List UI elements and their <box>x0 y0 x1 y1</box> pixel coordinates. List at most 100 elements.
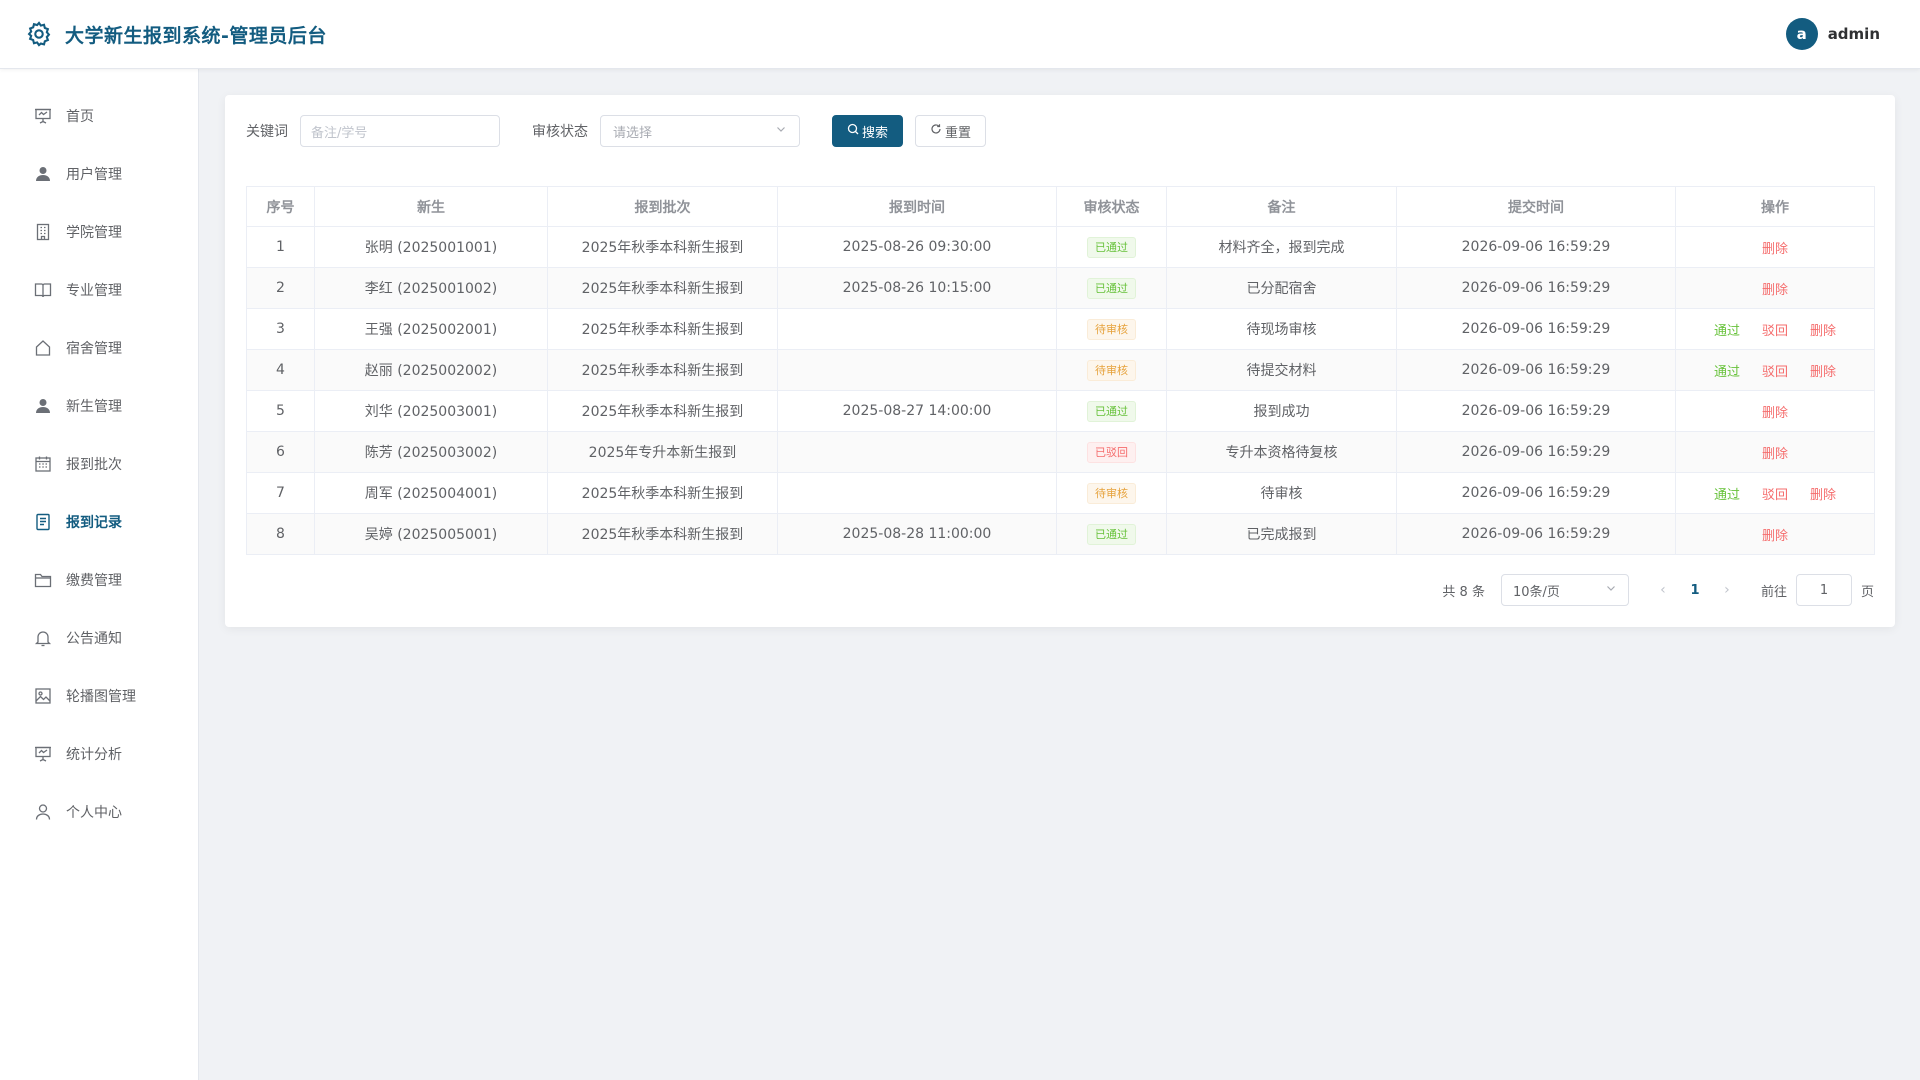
username[interactable]: admin <box>1828 25 1880 43</box>
cell-checkin-time <box>777 308 1057 350</box>
pagination-total: 共 8 条 <box>1442 584 1485 600</box>
keyword-label: 关键词 <box>246 124 288 140</box>
sidebar-item-12[interactable]: 统计分析 <box>0 725 198 783</box>
table-row: 7 周军 (2025004001) 2025年秋季本科新生报到 待审核 待审核 2026-… <box>246 472 1875 514</box>
prev-page-icon[interactable]: ‹ <box>1649 582 1677 598</box>
table-row: 1 张明 (2025001001) 2025年秋季本科新生报到 2025-08-26 … <box>246 226 1875 268</box>
next-page-icon[interactable]: › <box>1713 582 1741 598</box>
delete-link[interactable]: 删除 <box>1810 488 1836 503</box>
sidebar-item-label: 宿舍管理 <box>66 341 122 357</box>
cell-actions: 通过 驳回 删除 <box>1675 308 1875 350</box>
records-table: 序号 新生 报到批次 报到时间 审核状态 备注 提交时间 操作 1 张明 (2025001001… <box>246 186 1875 555</box>
goto-page-input[interactable]: 1 <box>1795 574 1852 606</box>
reject-link[interactable]: 驳回 <box>1762 365 1788 380</box>
delete-link[interactable]: 删除 <box>1810 324 1836 339</box>
approve-link[interactable]: 通过 <box>1714 365 1740 380</box>
cell-status: 待审核 <box>1056 308 1167 350</box>
page-size-select[interactable]: 10条/页 <box>1500 574 1629 606</box>
sidebar-item-label: 用户管理 <box>66 167 122 183</box>
sidebar-item-10[interactable]: 公告通知 <box>0 609 198 667</box>
reject-link[interactable]: 驳回 <box>1762 324 1788 339</box>
sidebar-item-9[interactable]: 缴费管理 <box>0 551 198 609</box>
sidebar-item-label: 新生管理 <box>66 399 122 415</box>
house-icon <box>34 339 52 357</box>
sidebar-item-7[interactable]: 报到批次 <box>0 435 198 493</box>
sidebar-item-label: 报到批次 <box>66 457 122 473</box>
sidebar-item-11[interactable]: 轮播图管理 <box>0 667 198 725</box>
status-badge: 已驳回 <box>1087 441 1136 463</box>
approve-link[interactable]: 通过 <box>1714 488 1740 503</box>
cell-actions: 通过 驳回 删除 <box>1675 472 1875 514</box>
delete-link[interactable]: 删除 <box>1762 283 1788 298</box>
column-header: 备注 <box>1166 186 1397 227</box>
cell-remark: 待现场审核 <box>1166 308 1397 350</box>
cell-status: 已通过 <box>1056 390 1167 432</box>
cell-batch: 2025年秋季本科新生报到 <box>547 308 778 350</box>
column-header: 审核状态 <box>1056 186 1167 227</box>
cell-submit-time: 2026-09-06 16:59:29 <box>1396 431 1676 473</box>
cell-submit-time: 2026-09-06 16:59:29 <box>1396 513 1676 555</box>
cell-status: 待审核 <box>1056 472 1167 514</box>
cell-status: 已通过 <box>1056 267 1167 309</box>
sidebar-item-label: 统计分析 <box>66 747 122 763</box>
sidebar-item-3[interactable]: 学院管理 <box>0 203 198 261</box>
user-menu[interactable]: a admin <box>1785 18 1880 50</box>
sidebar-item-6[interactable]: 新生管理 <box>0 377 198 435</box>
cell-student: 刘华 (2025003001) <box>314 390 548 432</box>
cell-remark: 已分配宿舍 <box>1166 267 1397 309</box>
search-button[interactable]: 搜索 <box>832 115 904 147</box>
delete-link[interactable]: 删除 <box>1762 447 1788 462</box>
sidebar-item-label: 缴费管理 <box>66 573 122 589</box>
cell-checkin-time: 2025-08-26 10:15:00 <box>777 267 1057 309</box>
status-badge: 已通过 <box>1087 400 1136 422</box>
reset-button[interactable]: 重置 <box>915 115 987 147</box>
sidebar-item-13[interactable]: 个人中心 <box>0 783 198 841</box>
cell-checkin-time: 2025-08-27 14:00:00 <box>777 390 1057 432</box>
page-suffix: 页 <box>1860 584 1874 600</box>
cell-index: 6 <box>246 431 315 473</box>
cell-student: 王强 (2025002001) <box>314 308 548 350</box>
cell-actions: 删除 <box>1675 267 1875 309</box>
cell-submit-time: 2026-09-06 16:59:29 <box>1396 308 1676 350</box>
cell-remark: 已完成报到 <box>1166 513 1397 555</box>
column-header: 操作 <box>1675 186 1875 227</box>
avatar[interactable]: a <box>1785 18 1818 50</box>
reject-link[interactable]: 驳回 <box>1762 488 1788 503</box>
sidebar-item-5[interactable]: 宿舍管理 <box>0 319 198 377</box>
sidebar-item-8[interactable]: 报到记录 <box>0 493 198 551</box>
cell-checkin-time <box>777 472 1057 514</box>
filter-bar: 关键词 备注/学号 审核状态 请选择 搜索 重置 <box>246 115 1874 147</box>
approve-link[interactable]: 通过 <box>1714 324 1740 339</box>
app-title: 大学新生报到系统-管理员后台 <box>65 24 327 47</box>
page-number-current[interactable]: 1 <box>1679 583 1711 598</box>
table-row: 2 李红 (2025001002) 2025年秋季本科新生报到 2025-08-26 … <box>246 267 1875 309</box>
cell-student: 吴婷 (2025005001) <box>314 513 548 555</box>
cell-actions: 删除 <box>1675 226 1875 268</box>
table-row: 5 刘华 (2025003001) 2025年秋季本科新生报到 2025-08-27 … <box>246 390 1875 432</box>
cell-batch: 2025年秋季本科新生报到 <box>547 226 778 268</box>
sidebar-item-2[interactable]: 用户管理 <box>0 145 198 203</box>
delete-link[interactable]: 删除 <box>1762 242 1788 257</box>
cell-checkin-time: 2025-08-28 11:00:00 <box>777 513 1057 555</box>
sidebar-item-label: 学院管理 <box>66 225 122 241</box>
cell-checkin-time <box>777 349 1057 391</box>
column-header: 新生 <box>314 186 548 227</box>
cell-batch: 2025年秋季本科新生报到 <box>547 267 778 309</box>
column-header: 序号 <box>246 186 315 227</box>
sidebar: 首页用户管理学院管理专业管理宿舍管理新生管理报到批次报到记录缴费管理公告通知 轮播… <box>0 69 199 1080</box>
cell-submit-time: 2026-09-06 16:59:29 <box>1396 267 1676 309</box>
keyword-input[interactable]: 备注/学号 <box>300 115 500 147</box>
cell-submit-time: 2026-09-06 16:59:29 <box>1396 349 1676 391</box>
presentation-icon <box>34 745 52 763</box>
delete-link[interactable]: 删除 <box>1810 365 1836 380</box>
cell-batch: 2025年专升本新生报到 <box>547 431 778 473</box>
delete-link[interactable]: 删除 <box>1762 406 1788 421</box>
sidebar-item-label: 个人中心 <box>66 805 122 821</box>
calendar-icon <box>34 455 52 473</box>
status-select-placeholder: 请选择 <box>613 125 653 141</box>
sidebar-item-4[interactable]: 专业管理 <box>0 261 198 319</box>
sidebar-item-1[interactable]: 首页 <box>0 87 198 145</box>
cell-submit-time: 2026-09-06 16:59:29 <box>1396 472 1676 514</box>
delete-link[interactable]: 删除 <box>1762 529 1788 544</box>
status-select[interactable]: 请选择 <box>600 115 800 147</box>
